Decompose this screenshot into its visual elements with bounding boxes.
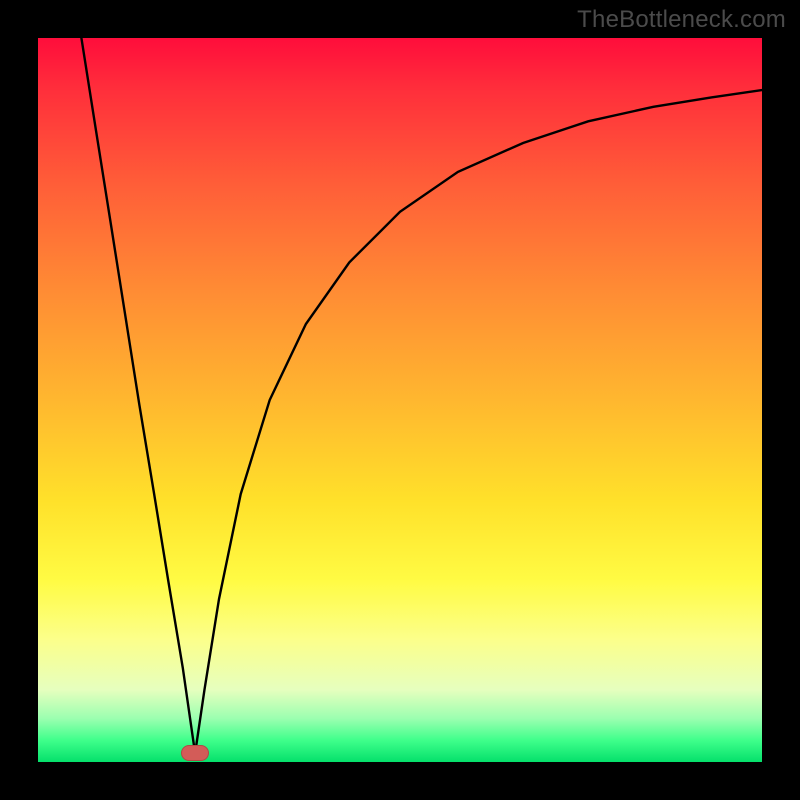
watermark-text: TheBottleneck.com xyxy=(577,6,786,34)
plot-area xyxy=(38,38,762,762)
bottleneck-marker xyxy=(181,745,209,761)
bottleneck-curve-left xyxy=(81,38,195,753)
chart-frame: TheBottleneck.com xyxy=(0,0,800,800)
curve-layer xyxy=(38,38,762,762)
bottleneck-curve-right xyxy=(195,90,762,753)
